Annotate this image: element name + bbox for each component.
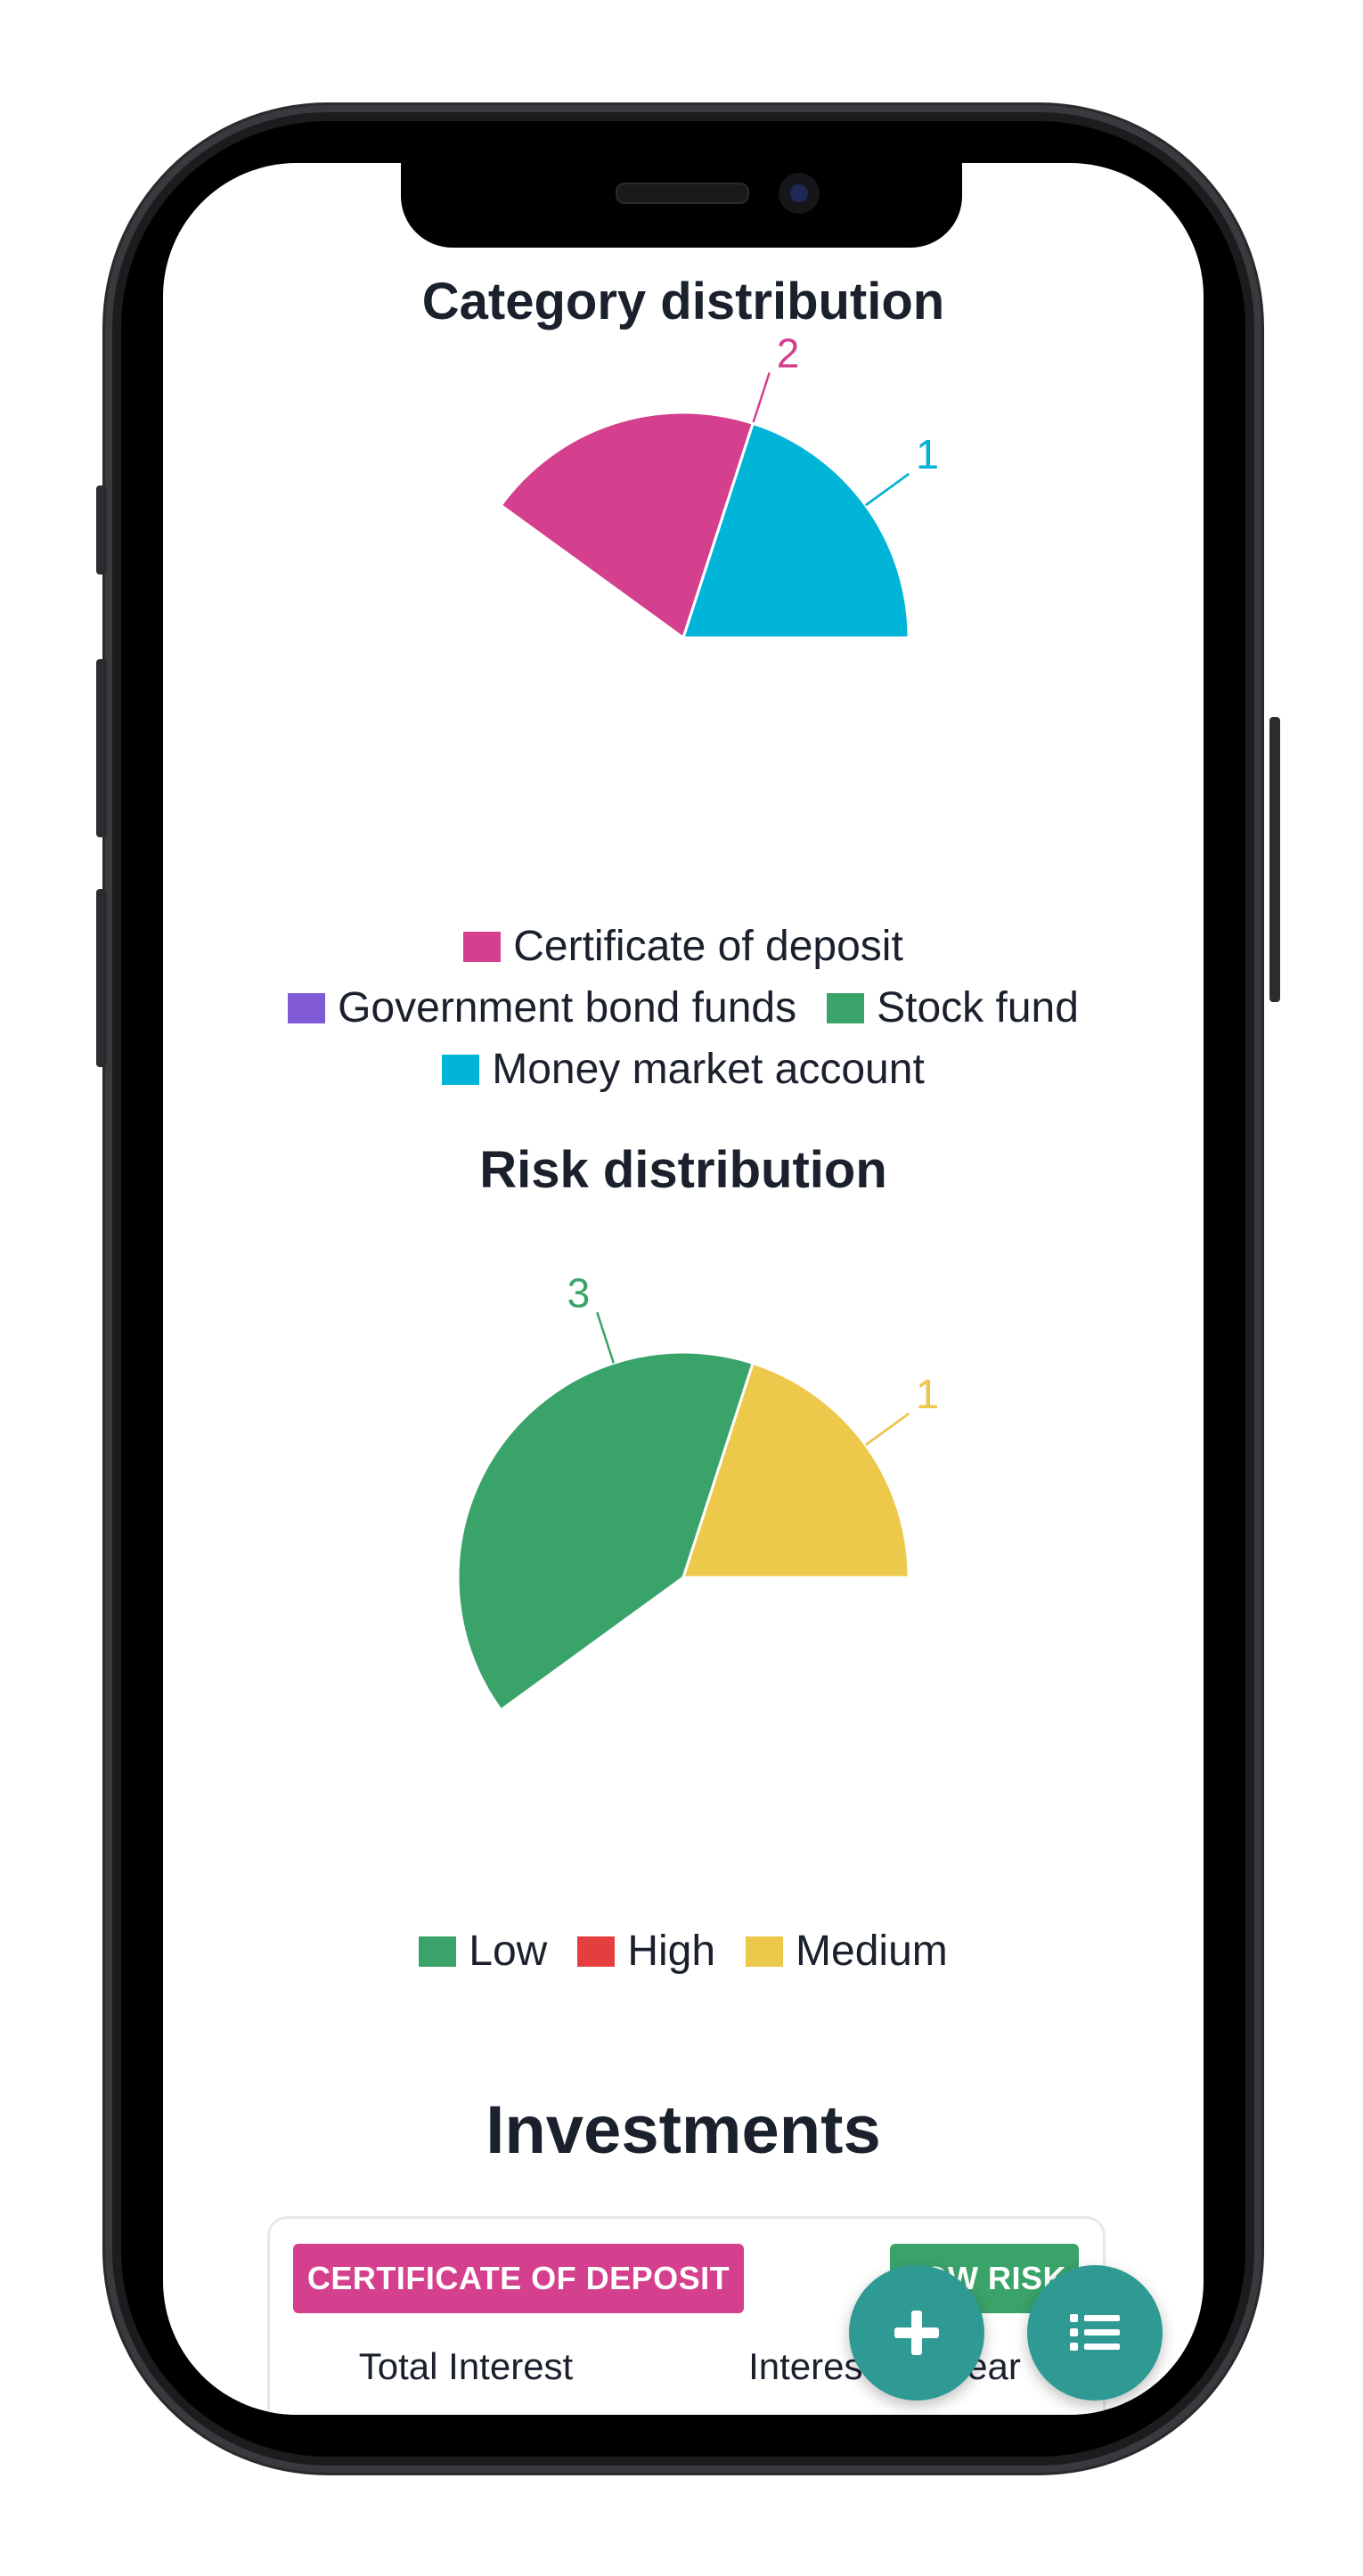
legend-swatch [419, 1936, 457, 1967]
investments-title: Investments [486, 2092, 881, 2168]
risk-legend: Low High Medium [163, 1927, 1204, 1976]
interest-per-year-value: 50.00 $ [706, 2406, 1063, 2415]
pie-leader-line [596, 1311, 616, 1364]
volume-down-button [96, 889, 107, 1067]
legend-label: Medium [796, 1928, 948, 1975]
legend-item-low[interactable]: Low [419, 1927, 547, 1976]
risk-pie-chart: 311 [456, 1269, 939, 1712]
total-interest-label: Total Interest [358, 2345, 574, 2387]
legend-label: High [627, 1928, 716, 1975]
legend-item-high[interactable]: High [577, 1927, 715, 1976]
list-view-button[interactable] [1027, 2265, 1163, 2401]
add-investment-button[interactable] [849, 2265, 984, 2401]
volume-up-button [96, 659, 107, 837]
plus-icon [894, 2311, 939, 2355]
legend-item-medium[interactable]: Medium [746, 1927, 948, 1976]
app-screen: Category distribution 2111 Certificate o… [163, 163, 1204, 2415]
legend-swatch [746, 1936, 784, 1967]
pie-data-label: 3 [567, 1269, 591, 1316]
front-camera [779, 173, 820, 214]
total-interest-value: 302.56 $ [288, 2406, 644, 2415]
pie-data-label: 1 [916, 1371, 939, 1417]
list-icon [1070, 2314, 1120, 2351]
category-badge: CERTIFICATE OF DEPOSIT [293, 2244, 744, 2313]
silent-switch [96, 485, 107, 575]
legend-swatch [577, 1936, 616, 1967]
speaker-grille [616, 183, 749, 204]
power-button [1269, 717, 1280, 1002]
legend-label: Low [469, 1928, 548, 1975]
device-notch [401, 143, 962, 248]
pie-leader-line [864, 1413, 910, 1447]
